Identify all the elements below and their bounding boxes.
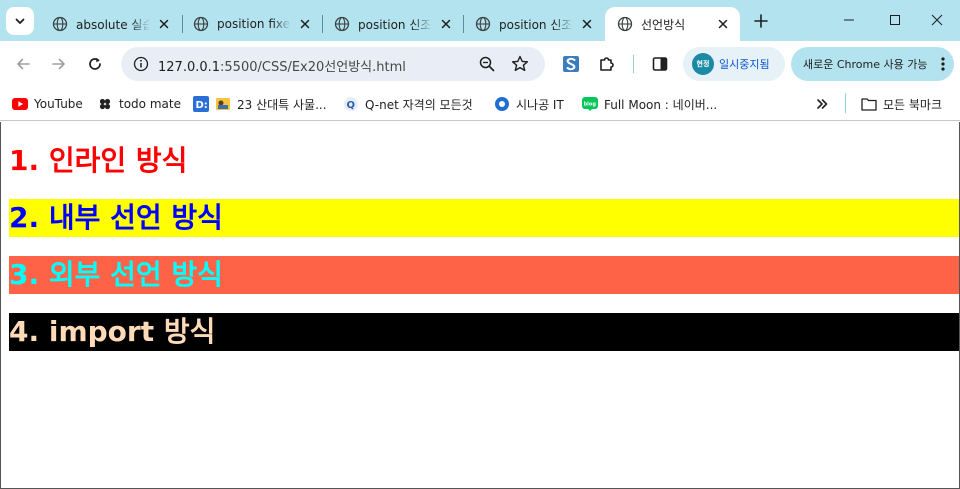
kebab-menu-icon[interactable] (940, 56, 946, 72)
tab-search-button[interactable] (6, 7, 34, 35)
globe-icon (617, 16, 633, 32)
bookmark-label: Q-net 자격의 모든것 (365, 97, 473, 112)
naver-blog-icon: blog (582, 96, 598, 112)
extension-s-button[interactable] (559, 52, 583, 76)
url-text[interactable]: 127.0.0.1:5500/CSS/Ex20선언방식.html (158, 56, 406, 75)
tab-title: position 신조 (499, 17, 573, 32)
close-window-button[interactable] (914, 0, 960, 40)
bookmark-label: Full Moon : 네이버... (604, 97, 718, 112)
folder-photo-icon (215, 96, 231, 112)
svg-text:Q: Q (347, 100, 356, 111)
folder-icon (861, 96, 877, 112)
reload-button[interactable] (83, 52, 107, 76)
close-icon[interactable] (157, 17, 171, 31)
side-panel-button[interactable] (648, 52, 672, 76)
tab-absolute[interactable]: absolute 실습 (40, 7, 181, 41)
back-button[interactable] (11, 52, 35, 76)
avatar: 현정 (692, 53, 714, 75)
youtube-icon (12, 96, 28, 112)
zoom-icon[interactable] (478, 55, 496, 73)
close-icon[interactable] (580, 17, 594, 31)
url-path: :5500/CSS/Ex20선언방식.html (220, 60, 406, 75)
globe-icon (334, 16, 350, 32)
maximize-icon (890, 15, 900, 25)
svg-text:D:: D: (196, 100, 208, 111)
double-chevron-right-icon (817, 99, 828, 109)
tab-position-4[interactable]: position 신조 (463, 7, 604, 41)
bookmark-label: YouTube (34, 97, 83, 111)
plus-icon (754, 14, 768, 28)
qnet-icon: Q (343, 96, 359, 112)
page-viewport: 1. 인라인 방식 2. 내부 선언 방식 3. 외부 선언 방식 4. imp… (0, 122, 960, 489)
new-tab-button[interactable] (748, 8, 774, 34)
bookmarks-divider (845, 93, 846, 113)
tab-title: absolute 실습 (76, 17, 150, 32)
bookmark-fullmoon[interactable]: blog Full Moon : 네이버... (582, 94, 717, 114)
close-icon[interactable] (439, 17, 453, 31)
extensions-button[interactable] (595, 52, 619, 76)
tab-strip: absolute 실습 position fixed position 신조 p… (0, 0, 960, 41)
forward-button[interactable] (47, 52, 71, 76)
close-icon[interactable] (716, 17, 730, 31)
arrow-left-icon (17, 58, 30, 70)
puzzle-icon (600, 57, 614, 71)
minimize-button[interactable] (826, 0, 872, 40)
globe-icon (52, 16, 68, 32)
svg-text:blog: blog (584, 102, 597, 108)
bookmark-qnet[interactable]: Q Q-net 자격의 모든것 (343, 94, 473, 114)
reload-icon (89, 57, 101, 70)
bookmark-todomate[interactable]: todo mate (97, 94, 181, 114)
bookmark-d[interactable]: D: (193, 94, 215, 114)
sinagong-icon (494, 96, 510, 112)
heading-import: 4. import 방식 (9, 313, 959, 351)
url-host: 127.0.0.1 (158, 60, 221, 75)
all-bookmarks-button[interactable]: 모든 북마크 (861, 94, 942, 114)
bookmark-sinagong[interactable]: 시나공 IT (494, 94, 564, 114)
maximize-button[interactable] (872, 0, 918, 40)
toolbar-divider (633, 55, 634, 73)
bookmark-label: 23 산대특 사물... (237, 97, 327, 112)
heading-external: 3. 외부 선언 방식 (9, 256, 959, 294)
bookmark-youtube[interactable]: YouTube (12, 94, 83, 114)
profile-status: 일시중지됨 (719, 58, 770, 71)
profile-button[interactable]: 현정 일시중지됨 (683, 47, 785, 81)
todomate-icon (97, 96, 113, 112)
tab-title: position fixed (217, 17, 291, 31)
close-icon (931, 14, 943, 26)
bookmark-sandaeteuk[interactable]: 23 산대특 사물... (215, 94, 327, 114)
close-icon[interactable] (298, 17, 312, 31)
tab-active[interactable]: 선언방식 (605, 7, 740, 41)
s-extension-icon (563, 56, 579, 72)
side-panel-icon (652, 57, 668, 71)
globe-icon (193, 16, 209, 32)
chevron-down-icon (15, 18, 25, 24)
bookmarks-overflow-button[interactable] (812, 94, 832, 114)
minimize-icon (844, 19, 854, 21)
tab-title: 선언방식 (641, 17, 686, 32)
tab-position-3[interactable]: position 신조 (322, 7, 463, 41)
tab-title: position 신조 (358, 17, 432, 32)
bookmarks-bar: YouTube todo mate D: 23 산대특 사물... Q Q-ne… (0, 87, 960, 121)
update-label: 새로운 Chrome 사용 가능 (803, 58, 928, 71)
globe-icon (475, 16, 491, 32)
bookmark-label: 모든 북마크 (883, 97, 943, 112)
info-icon (133, 56, 149, 72)
address-bar[interactable]: 127.0.0.1:5500/CSS/Ex20선언방식.html (121, 47, 545, 81)
arrow-right-icon (52, 58, 65, 70)
site-info-button[interactable] (129, 52, 153, 76)
toolbar: 127.0.0.1:5500/CSS/Ex20선언방식.html 현정 일시중지… (0, 41, 960, 87)
bookmark-star-icon[interactable] (510, 54, 530, 74)
d-icon: D: (193, 96, 209, 112)
bookmark-label: 시나공 IT (516, 97, 564, 112)
bookmark-label: todo mate (119, 97, 181, 111)
heading-inline: 1. 인라인 방식 (9, 144, 188, 177)
heading-internal: 2. 내부 선언 방식 (9, 199, 959, 237)
tab-position-fixed[interactable]: position fixed (181, 7, 322, 41)
chrome-update-button[interactable]: 새로운 Chrome 사용 가능 (791, 47, 954, 81)
